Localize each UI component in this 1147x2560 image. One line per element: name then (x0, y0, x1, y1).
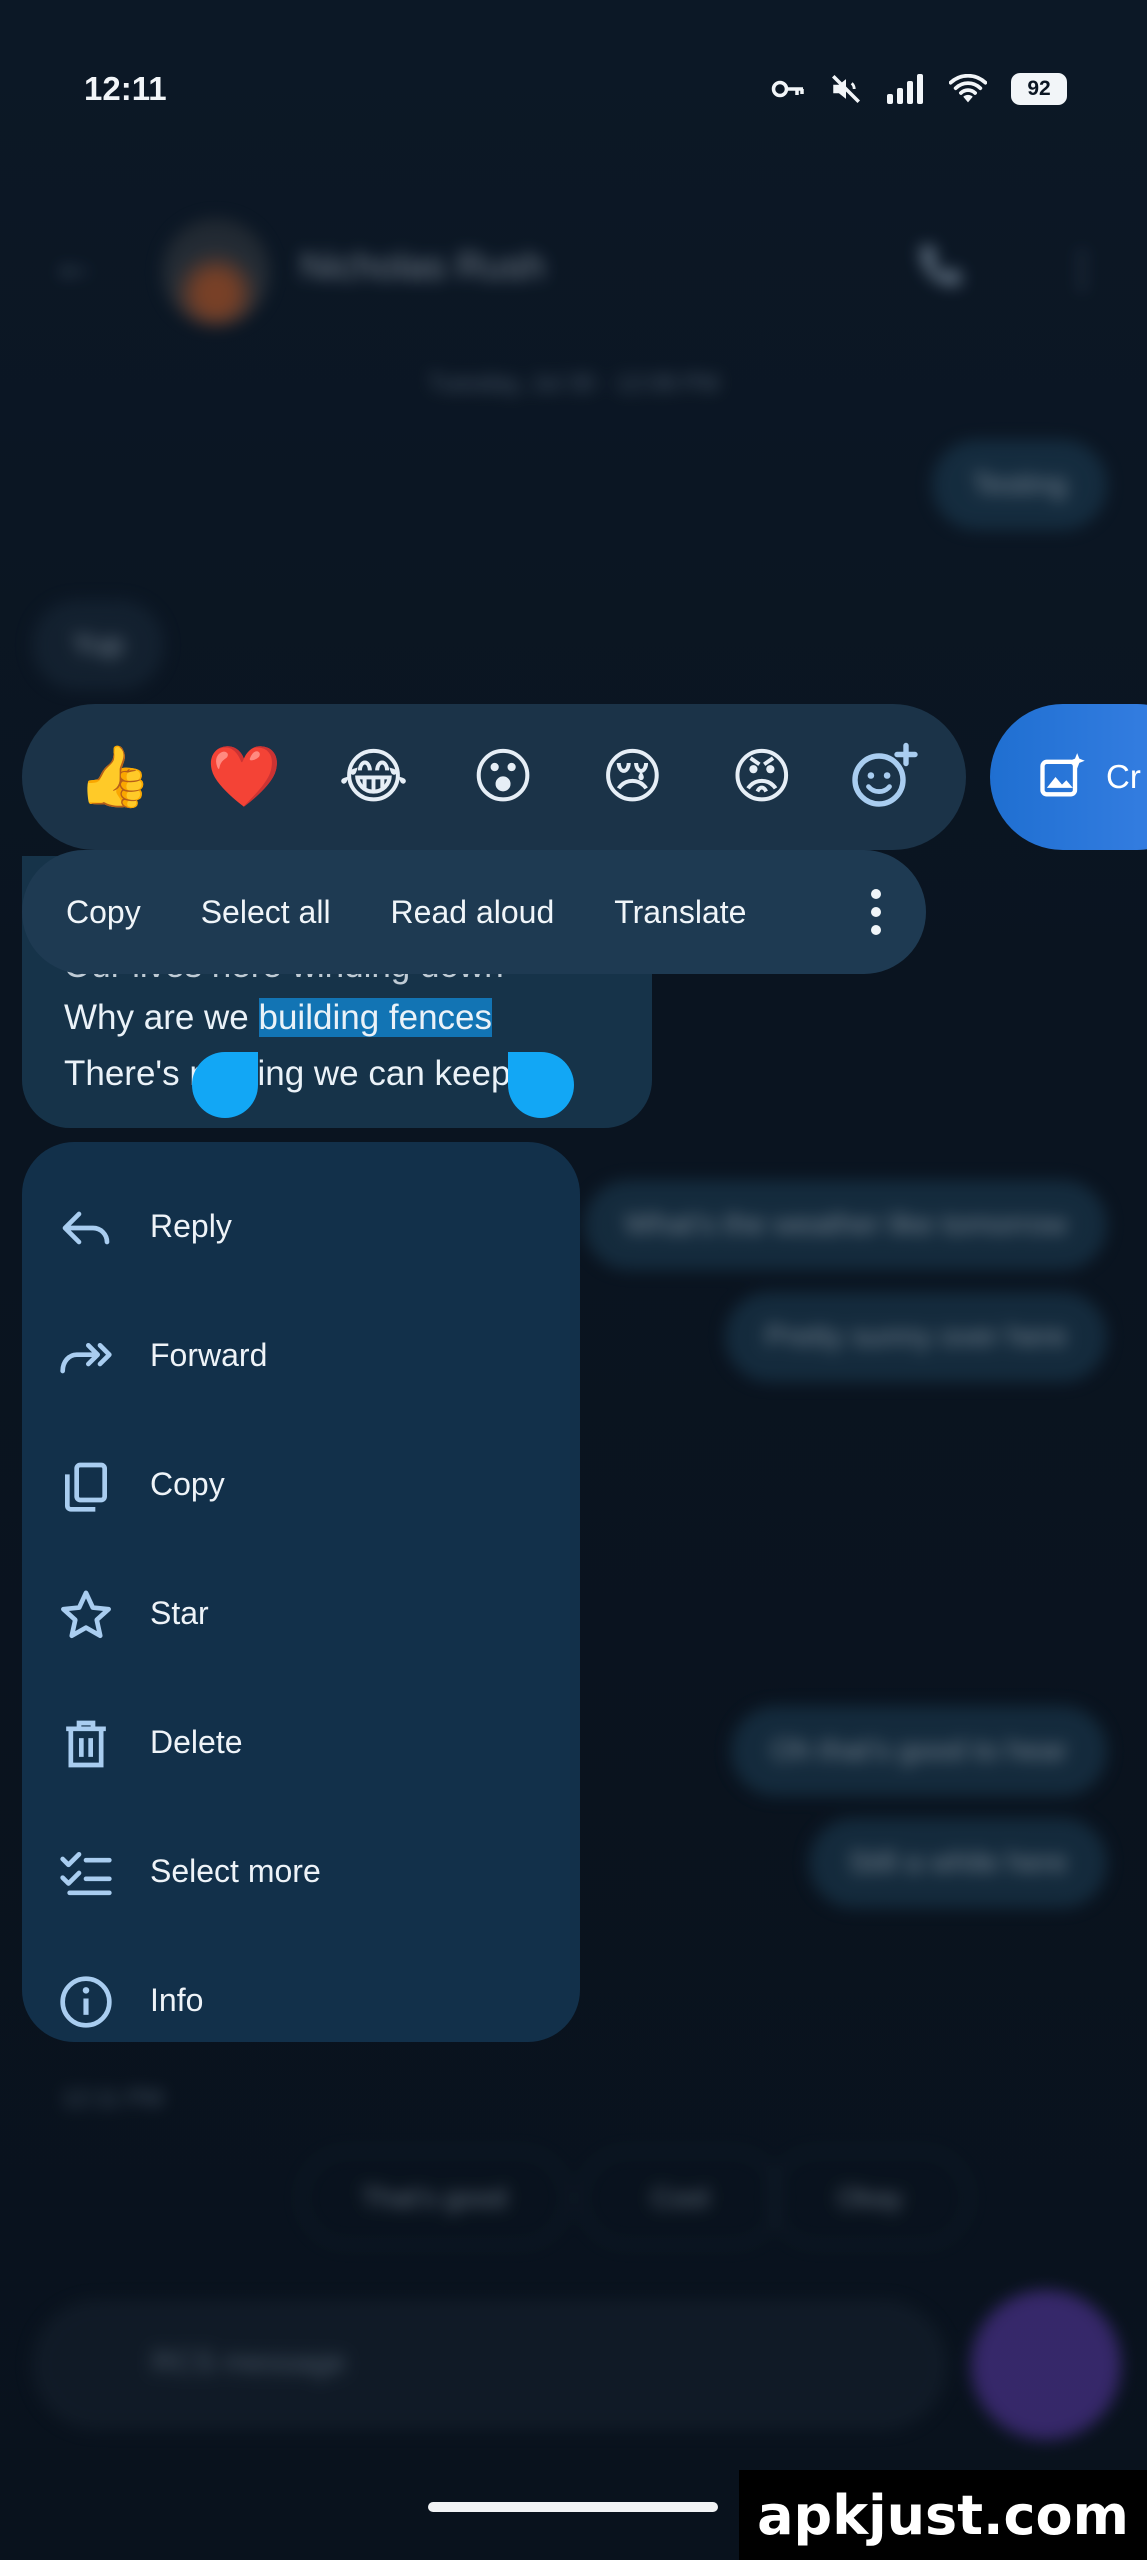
menu-item-reply[interactable]: Reply (22, 1162, 580, 1291)
message-line-3: There's nothing we can keep out (64, 1054, 569, 1093)
checklist-icon (60, 1852, 112, 1896)
read-aloud-button[interactable]: Read aloud (391, 894, 555, 931)
menu-item-label: Delete (150, 1724, 243, 1760)
battery-icon: 92 (1011, 73, 1067, 105)
menu-item-info[interactable]: Info (22, 1936, 580, 2065)
menu-item-copy[interactable]: Copy (22, 1420, 580, 1549)
selected-text[interactable]: building fences (258, 998, 492, 1037)
message-timestamp: 12:11 PM (62, 2085, 163, 2112)
menu-item-label: Reply (150, 1208, 232, 1244)
home-indicator[interactable] (428, 2502, 718, 2512)
status-time: 12:11 (84, 70, 167, 107)
selection-start-handle[interactable] (192, 1052, 258, 1118)
menu-item-forward[interactable]: Forward (22, 1291, 580, 1420)
message-bubble[interactable]: Testing (931, 440, 1107, 530)
reaction-angry[interactable]: 😡 (717, 747, 807, 807)
menu-item-label: Info (150, 1982, 204, 2018)
message-line-2-text: Why are we (64, 998, 259, 1037)
wifi-icon (949, 74, 987, 103)
menu-item-delete[interactable]: Delete (22, 1678, 580, 1807)
message-bubble[interactable]: What's the weather like tomorrow (584, 1180, 1107, 1270)
watermark: apkjust.com (739, 2470, 1147, 2560)
compose-field[interactable]: RCS message (32, 2300, 947, 2430)
add-reaction-icon[interactable] (846, 741, 918, 813)
message-bubble[interactable]: Oh that's good to hear (731, 1706, 1107, 1796)
overflow-menu-icon[interactable]: ⋮ (1060, 244, 1104, 295)
reaction-thumbs-up[interactable]: 👍 (70, 747, 160, 807)
menu-item-label: Copy (150, 1466, 225, 1502)
copy-icon (65, 1462, 107, 1512)
menu-item-star[interactable]: Star (22, 1549, 580, 1678)
message-line-2: Why are we building fences (64, 998, 492, 1038)
message-bubble[interactable]: Still a while here (808, 1818, 1107, 1908)
menu-item-label: Forward (150, 1337, 268, 1373)
translate-button[interactable]: Translate (614, 894, 746, 931)
reaction-laugh[interactable]: 😂 (329, 747, 419, 807)
message-context-menu: Reply Forward Copy Star Delete Select mo… (22, 1142, 580, 2042)
suggestion-chip[interactable]: Cool (580, 2150, 780, 2246)
date-divider: Tuesday, Jul 30 · 12:08 PM (428, 370, 719, 397)
selection-end-handle[interactable] (508, 1052, 574, 1118)
key-icon (771, 80, 804, 98)
back-arrow-icon[interactable]: ← (52, 240, 96, 290)
reaction-surprised[interactable]: 😮 (458, 747, 548, 807)
create-image-label: Cr (1106, 758, 1141, 795)
copy-text-button[interactable]: Copy (66, 894, 141, 931)
avatar[interactable] (162, 218, 270, 326)
forward-icon (60, 1343, 112, 1374)
menu-item-label: Select more (150, 1853, 321, 1889)
create-image-button[interactable]: Cr (990, 704, 1147, 850)
star-icon (61, 1590, 111, 1639)
contact-name[interactable]: Nicholas Rush (300, 246, 545, 289)
screen: ← Nicholas Rush ⋮ Tuesday, Jul 30 · 12:0… (0, 0, 1147, 2560)
signal-icon (887, 74, 923, 104)
send-button[interactable] (971, 2290, 1121, 2440)
trash-icon (66, 1720, 106, 1768)
message-bubble[interactable]: Yup (32, 600, 164, 690)
menu-item-select-more[interactable]: Select more (22, 1807, 580, 1936)
phone-icon[interactable] (910, 238, 970, 298)
compose-placeholder: RCS message (152, 2346, 346, 2379)
suggestion-chip[interactable]: Okay (770, 2150, 970, 2246)
more-options-icon[interactable] (870, 886, 882, 938)
text-selection-toolbar: Copy Select all Read aloud Translate (22, 850, 926, 974)
menu-item-label: Star (150, 1595, 209, 1631)
suggestion-chip[interactable]: That's good (300, 2150, 568, 2246)
reaction-sad[interactable]: 😢 (587, 747, 677, 807)
info-icon (60, 1976, 112, 2028)
status-bar: 12:11 92 (84, 70, 1067, 120)
message-bubble[interactable]: Pretty sunny over here (725, 1292, 1107, 1382)
reaction-bar: 👍 ❤️ 😂 😮 😢 😡 (22, 704, 966, 850)
image-sparkle-icon (1040, 753, 1085, 797)
select-all-button[interactable]: Select all (201, 894, 331, 931)
mute-icon (831, 74, 861, 104)
reply-icon (62, 1211, 110, 1245)
reaction-heart[interactable]: ❤️ (199, 747, 289, 807)
